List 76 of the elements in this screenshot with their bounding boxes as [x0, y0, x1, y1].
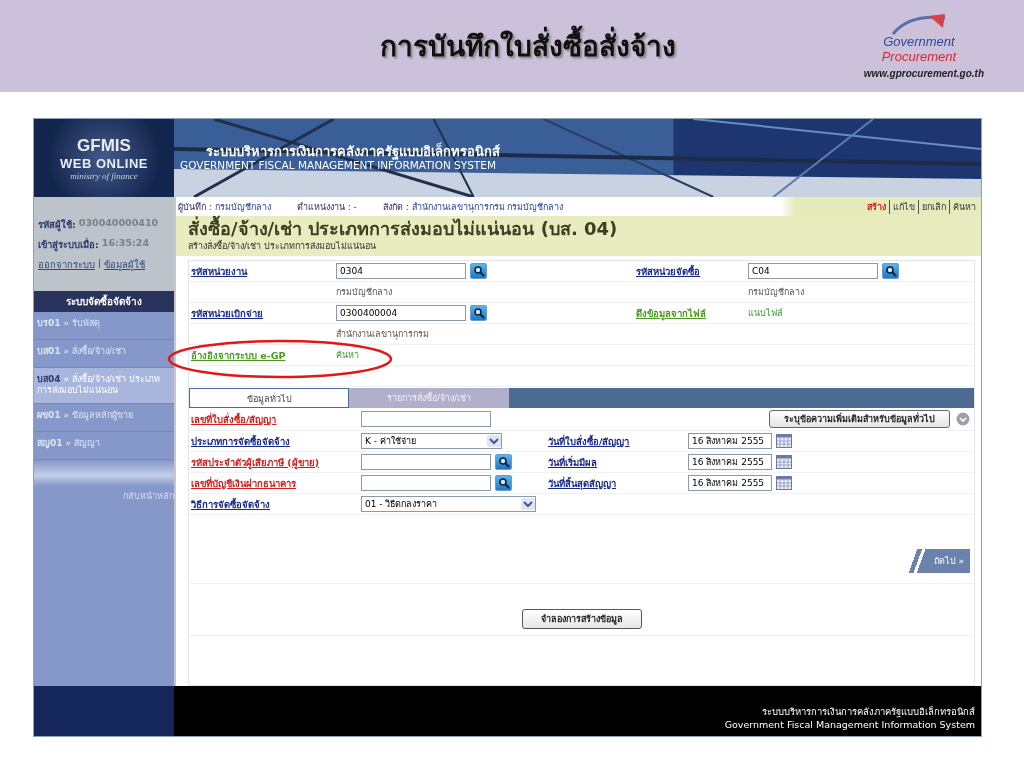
- system-title: ระบบบริหารการเงินการคลังภาครัฐแบบอิเล็กทรอนิกส์: [205, 144, 500, 160]
- search-icon: [472, 307, 485, 319]
- field-label[interactable]: รหัสหน่วยเบิกจ่าย: [191, 305, 263, 321]
- user-id: 030040000410: [78, 216, 159, 230]
- field-label[interactable]: รหัสประจำตัวผู้เสียภาษี (ผู้ขาย): [191, 454, 319, 470]
- field-label[interactable]: วันที่สิ้นสุดสัญญา: [548, 475, 616, 491]
- dropdown[interactable]: 01 - วิธีตกลงราคา: [361, 496, 536, 512]
- field-label[interactable]: ประเภทการจัดซื้อจัดจ้าง: [191, 433, 290, 449]
- field-note: กรมบัญชีกลาง: [336, 286, 392, 299]
- dropdown[interactable]: K - ค่าใช้จ่าย: [361, 433, 502, 449]
- search-icon: [472, 265, 485, 277]
- search-icon: [497, 456, 510, 468]
- field-label[interactable]: เลขที่บัญชีเงินฝากธนาคาร: [191, 475, 296, 491]
- field-label[interactable]: รหัสหน่วยจัดซื้อ: [636, 263, 700, 279]
- system-subtitle: GOVERNMENT FISCAL MANAGEMENT INFORMATION SYSTEM: [180, 159, 496, 172]
- search-icon: [497, 477, 510, 489]
- action-link[interactable]: แนบไฟล์: [748, 306, 783, 320]
- page-subtitle: สร้างสั่งซื้อ/จ้าง/เช่า ประเภทการส่งมอบไม่แน่นอน: [188, 239, 377, 253]
- info-text: ผู้บันทึก : กรมบัญชีกลาง: [178, 200, 271, 214]
- search-button[interactable]: [470, 263, 487, 279]
- footer-text: Government Fiscal Management Information System: [724, 718, 975, 731]
- login-time: 16:35:24: [101, 236, 150, 250]
- field-label[interactable]: วิธีการจัดซื้อจัดจ้าง: [191, 496, 270, 512]
- field-label[interactable]: เลขที่ใบสั่งซื้อ/สัญญา: [191, 411, 277, 427]
- expand-icon[interactable]: [956, 412, 970, 426]
- divider-text: |: [98, 256, 102, 270]
- action-link[interactable]: สร้าง: [864, 199, 889, 214]
- action-link[interactable]: ยกเลิก: [918, 199, 949, 214]
- input-field[interactable]: C04: [748, 263, 878, 279]
- simulate-button[interactable]: จำลองการสร้างข้อมูล: [521, 609, 642, 629]
- logout-link[interactable]: ออกจากระบบ: [38, 256, 95, 272]
- calendar-icon[interactable]: [776, 455, 792, 469]
- action-link[interactable]: แก้ไข: [889, 199, 918, 214]
- login-time-label: เข้าสู่ระบบเมื่อ:: [38, 236, 99, 252]
- tab[interactable]: ข้อมูลทั่วไป: [189, 388, 349, 408]
- input-field[interactable]: 0300400004: [336, 305, 466, 321]
- user-id-label: รหัสผู้ใช้:: [38, 217, 76, 232]
- search-button[interactable]: [882, 263, 899, 279]
- website-url: www.gprocurement.go.th: [863, 67, 984, 79]
- action-link[interactable]: ค้นหา: [336, 348, 359, 362]
- search-button[interactable]: [495, 454, 512, 470]
- info-text: สังกัด : สำนักงานเลขานุการกรม กรมบัญชีกลาง: [382, 200, 564, 214]
- date-field[interactable]: 16 สิงหาคม 2555: [688, 433, 772, 449]
- date-field[interactable]: 16 สิงหาคม 2555: [688, 475, 772, 491]
- menu-title: ระบบจัดซื้อจัดจ้าง: [34, 291, 174, 312]
- search-button[interactable]: [470, 305, 487, 321]
- field-label[interactable]: วันที่เริ่มมีผล: [548, 454, 597, 470]
- calendar-icon[interactable]: [776, 434, 792, 448]
- logo-text: ministry of finance: [70, 170, 138, 181]
- logo-text: WEB ONLINE: [59, 155, 149, 171]
- slide-title: การบันทึกใบสั่งซื้อสั่งจ้าง: [380, 24, 676, 68]
- field-label[interactable]: รหัสหน่วยงาน: [191, 263, 247, 279]
- action-link[interactable]: ค้นหา: [949, 199, 979, 214]
- field-note: กรมบัญชีกลาง: [748, 286, 804, 299]
- input-field[interactable]: [361, 475, 491, 491]
- field-label[interactable]: วันที่ใบสั่งซื้อ/สัญญา: [548, 433, 630, 449]
- profile-link[interactable]: ข้อมูลผู้ใช้: [104, 256, 146, 272]
- field-label[interactable]: ดึงข้อมูลจากไฟล์: [636, 305, 706, 321]
- calendar-icon[interactable]: [776, 476, 792, 490]
- input-field[interactable]: [361, 454, 491, 470]
- date-field[interactable]: 16 สิงหาคม 2555: [688, 454, 772, 470]
- input-field[interactable]: [361, 411, 491, 427]
- search-button[interactable]: [495, 475, 512, 491]
- logo-text: Procurement: [881, 48, 957, 64]
- logo-text: GFMIS: [77, 135, 131, 156]
- field-note: สำนักงานเลขานุการกรม: [336, 328, 429, 341]
- caret-icon: [521, 498, 535, 510]
- logo-text: Government: [883, 33, 955, 49]
- add-details-button[interactable]: ระบุข้อความเพิ่มเติมสำหรับข้อมูลทั่วไป: [769, 410, 950, 428]
- footer-text: ระบบบริหารการเงินการคลังภาครัฐแบบอิเล็กทรอนิกส์: [762, 706, 975, 719]
- caret-icon: [487, 435, 501, 447]
- info-text: ตำแหน่งงาน : -: [296, 200, 357, 214]
- input-field[interactable]: 0304: [336, 263, 466, 279]
- field-label[interactable]: อ้างอิงจากระบบ e-GP: [191, 347, 286, 363]
- menu-item[interactable]: บส04 » สั่งซื้อ/จ้าง/เช่า ประเภทการส่งมอบไม่แน่นอน: [34, 368, 174, 404]
- search-icon: [884, 265, 897, 277]
